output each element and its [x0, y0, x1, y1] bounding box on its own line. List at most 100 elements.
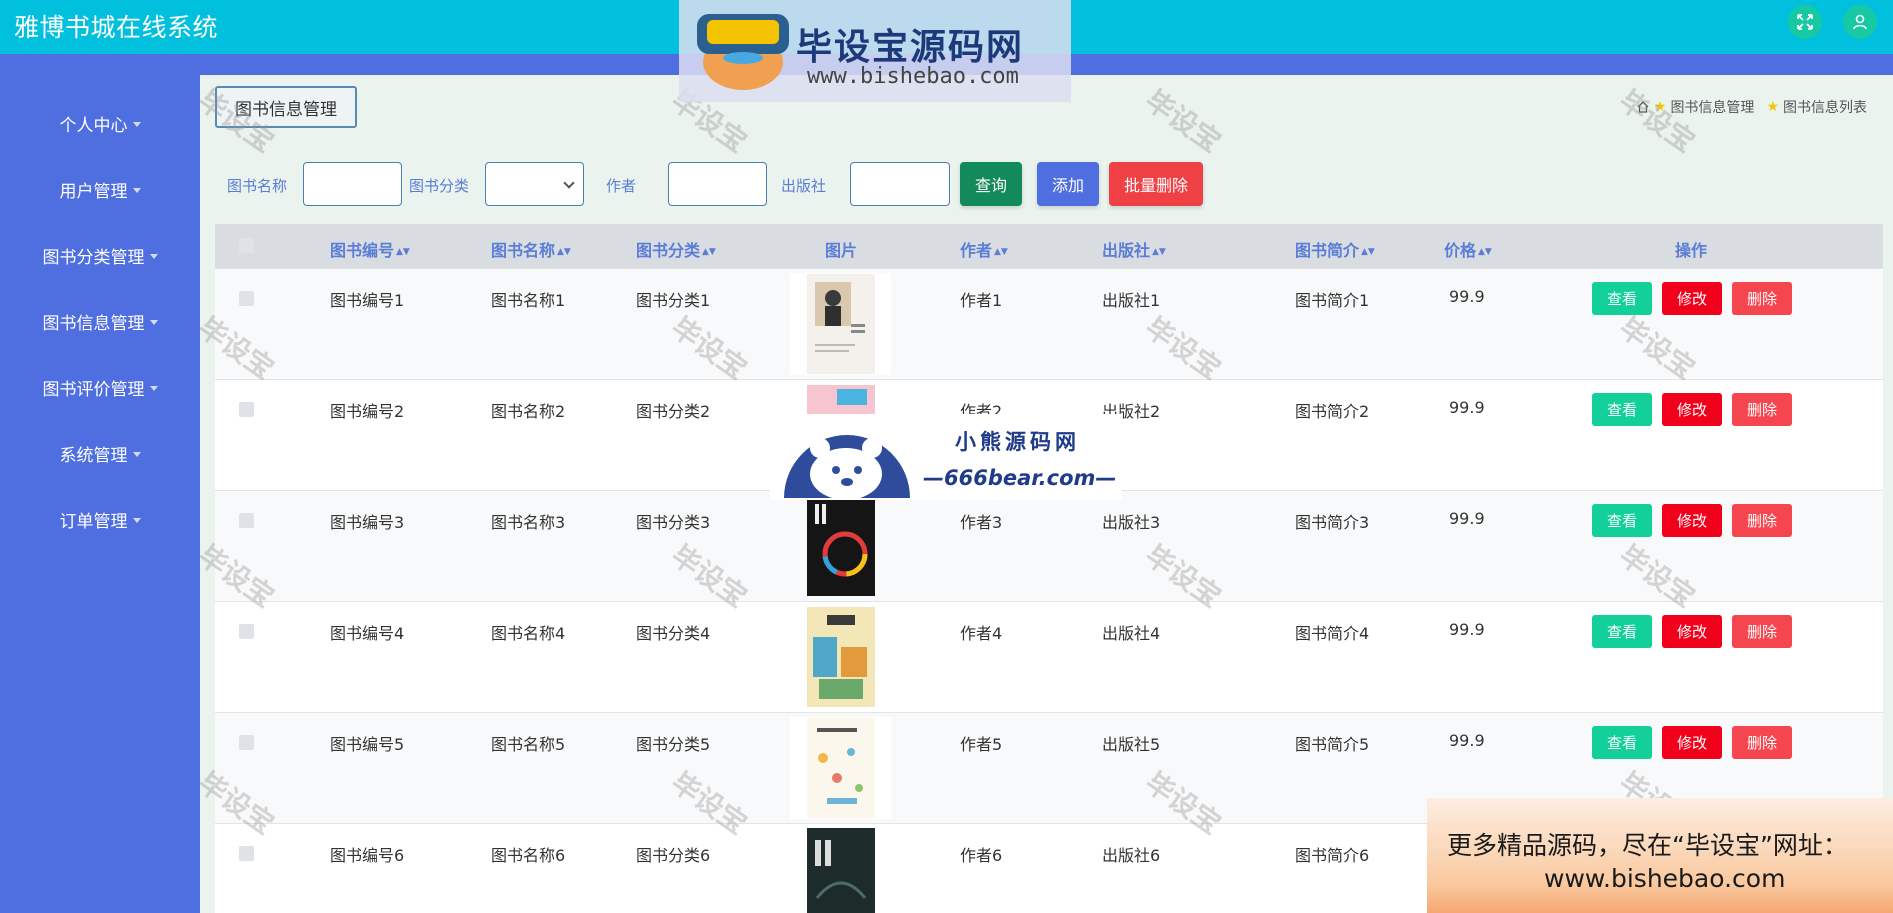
- delete-button[interactable]: 删除: [1732, 726, 1792, 759]
- sidebar-item-book-reviews[interactable]: 图书评价管理: [0, 367, 200, 407]
- cell-code: 图书编号3: [330, 513, 405, 532]
- watermark-bear: 小熊源码网 —666bear.com—: [770, 414, 1122, 500]
- fullscreen-button[interactable]: [1788, 5, 1822, 39]
- view-button[interactable]: 查看: [1592, 282, 1652, 315]
- cell-price: 99.9: [1449, 398, 1485, 417]
- fullscreen-icon: [1797, 14, 1813, 30]
- cell-intro: 图书简介3: [1295, 513, 1370, 532]
- delete-button[interactable]: 删除: [1732, 393, 1792, 426]
- cell-price: 99.9: [1449, 620, 1485, 639]
- sidebar-item-book-info[interactable]: 图书信息管理: [0, 301, 200, 341]
- author-label: 作者: [606, 177, 637, 195]
- cell-name: 图书名称4: [491, 624, 566, 643]
- cell-code: 图书编号1: [330, 291, 405, 310]
- cell-price: 99.9: [1449, 509, 1485, 528]
- batch-delete-button[interactable]: 批量删除: [1109, 162, 1203, 206]
- book-cover-image: [790, 606, 891, 708]
- delete-button[interactable]: 删除: [1732, 282, 1792, 315]
- query-button[interactable]: 查询: [960, 162, 1022, 206]
- sidebar-item-personal-center[interactable]: 个人中心: [0, 103, 200, 143]
- caret-down-icon: [132, 187, 141, 193]
- edit-button[interactable]: 修改: [1662, 393, 1722, 426]
- view-button[interactable]: 查看: [1592, 504, 1652, 537]
- book-cover-image: [790, 495, 891, 597]
- add-button[interactable]: 添加: [1037, 162, 1099, 206]
- category-select[interactable]: [485, 162, 584, 206]
- cell-publisher: 出版社1: [1102, 291, 1161, 310]
- cell-author: 作者1: [960, 291, 1003, 310]
- col-publisher[interactable]: 出版社 ▲▼: [1102, 237, 1166, 261]
- cell-intro: 图书简介4: [1295, 624, 1370, 643]
- col-category[interactable]: 图书分类 ▲▼: [636, 237, 716, 261]
- sort-icon: ▲▼: [1152, 246, 1166, 257]
- user-button[interactable]: [1843, 5, 1877, 39]
- edit-button[interactable]: 修改: [1662, 726, 1722, 759]
- book-cover-image: [790, 717, 891, 819]
- sidebar-item-system[interactable]: 系统管理: [0, 433, 200, 473]
- cell-code: 图书编号5: [330, 735, 405, 754]
- cell-code: 图书编号4: [330, 624, 405, 643]
- select-all-checkbox[interactable]: [239, 238, 254, 253]
- row-checkbox[interactable]: [239, 402, 254, 417]
- sort-icon: ▲▼: [1361, 246, 1375, 257]
- publisher-input[interactable]: [850, 162, 950, 206]
- row-checkbox[interactable]: [239, 291, 254, 306]
- sidebar-item-book-categories[interactable]: 图书分类管理: [0, 235, 200, 275]
- row-checkbox[interactable]: [239, 735, 254, 750]
- row-checkbox[interactable]: [239, 846, 254, 861]
- caret-down-icon: [132, 121, 141, 127]
- cell-name: 图书名称2: [491, 402, 566, 421]
- cell-intro: 图书简介5: [1295, 735, 1370, 754]
- col-code[interactable]: 图书编号 ▲▼: [330, 237, 410, 261]
- row-checkbox[interactable]: [239, 624, 254, 639]
- logo-icon: [697, 14, 789, 90]
- sort-icon: ▲▼: [557, 246, 571, 257]
- bear-logo-icon: [784, 435, 910, 498]
- sort-icon: ▲▼: [396, 246, 410, 257]
- cell-name: 图书名称6: [491, 846, 566, 865]
- cell-name: 图书名称5: [491, 735, 566, 754]
- col-name[interactable]: 图书名称 ▲▼: [491, 237, 571, 261]
- book-name-input[interactable]: [303, 162, 402, 206]
- sidebar-item-orders[interactable]: 订单管理: [0, 499, 200, 539]
- col-price[interactable]: 价格 ▲▼: [1444, 237, 1492, 261]
- cell-category: 图书分类5: [636, 735, 711, 754]
- edit-button[interactable]: 修改: [1662, 282, 1722, 315]
- cell-name: 图书名称1: [491, 291, 566, 310]
- edit-button[interactable]: 修改: [1662, 615, 1722, 648]
- cell-publisher: 出版社5: [1102, 735, 1161, 754]
- view-button[interactable]: 查看: [1592, 726, 1652, 759]
- table-row: 图书编号4 图书名称4 图书分类4 作者4 出版社4 图书简介4 99.9 查看…: [215, 601, 1883, 712]
- col-author[interactable]: 作者 ▲▼: [960, 237, 1008, 261]
- col-actions: 操作: [1675, 241, 1708, 260]
- sort-icon: ▲▼: [994, 246, 1008, 257]
- logo-url: www.bishebao.com: [807, 64, 1019, 89]
- view-button[interactable]: 查看: [1592, 615, 1652, 648]
- cell-author: 作者4: [960, 624, 1003, 643]
- cell-author: 作者3: [960, 513, 1003, 532]
- cell-code: 图书编号2: [330, 402, 405, 421]
- cell-name: 图书名称3: [491, 513, 566, 532]
- book-name-label: 图书名称: [227, 177, 288, 195]
- edit-button[interactable]: 修改: [1662, 504, 1722, 537]
- chevron-down-icon: [563, 177, 575, 189]
- cell-author: 作者6: [960, 846, 1003, 865]
- delete-button[interactable]: 删除: [1732, 504, 1792, 537]
- cell-intro: 图书简介6: [1295, 846, 1370, 865]
- bear-title: 小熊源码网: [955, 430, 1080, 454]
- row-checkbox[interactable]: [239, 513, 254, 528]
- cell-category: 图书分类6: [636, 846, 711, 865]
- view-button[interactable]: 查看: [1592, 393, 1652, 426]
- col-intro[interactable]: 图书简介 ▲▼: [1295, 237, 1375, 261]
- caret-down-icon: [149, 253, 158, 259]
- user-icon: [1853, 14, 1867, 30]
- author-input[interactable]: [668, 162, 767, 206]
- cell-intro: 图书简介2: [1295, 402, 1370, 421]
- sidebar-item-users[interactable]: 用户管理: [0, 169, 200, 209]
- cell-category: 图书分类1: [636, 291, 711, 310]
- promo-line1: 更多精品源码，尽在“毕设宝”网址：: [1447, 831, 1848, 860]
- category-label: 图书分类: [409, 177, 470, 195]
- cell-category: 图书分类2: [636, 402, 711, 421]
- watermark-logo: 毕设宝源码网 www.bishebao.com: [679, 0, 1071, 102]
- delete-button[interactable]: 删除: [1732, 615, 1792, 648]
